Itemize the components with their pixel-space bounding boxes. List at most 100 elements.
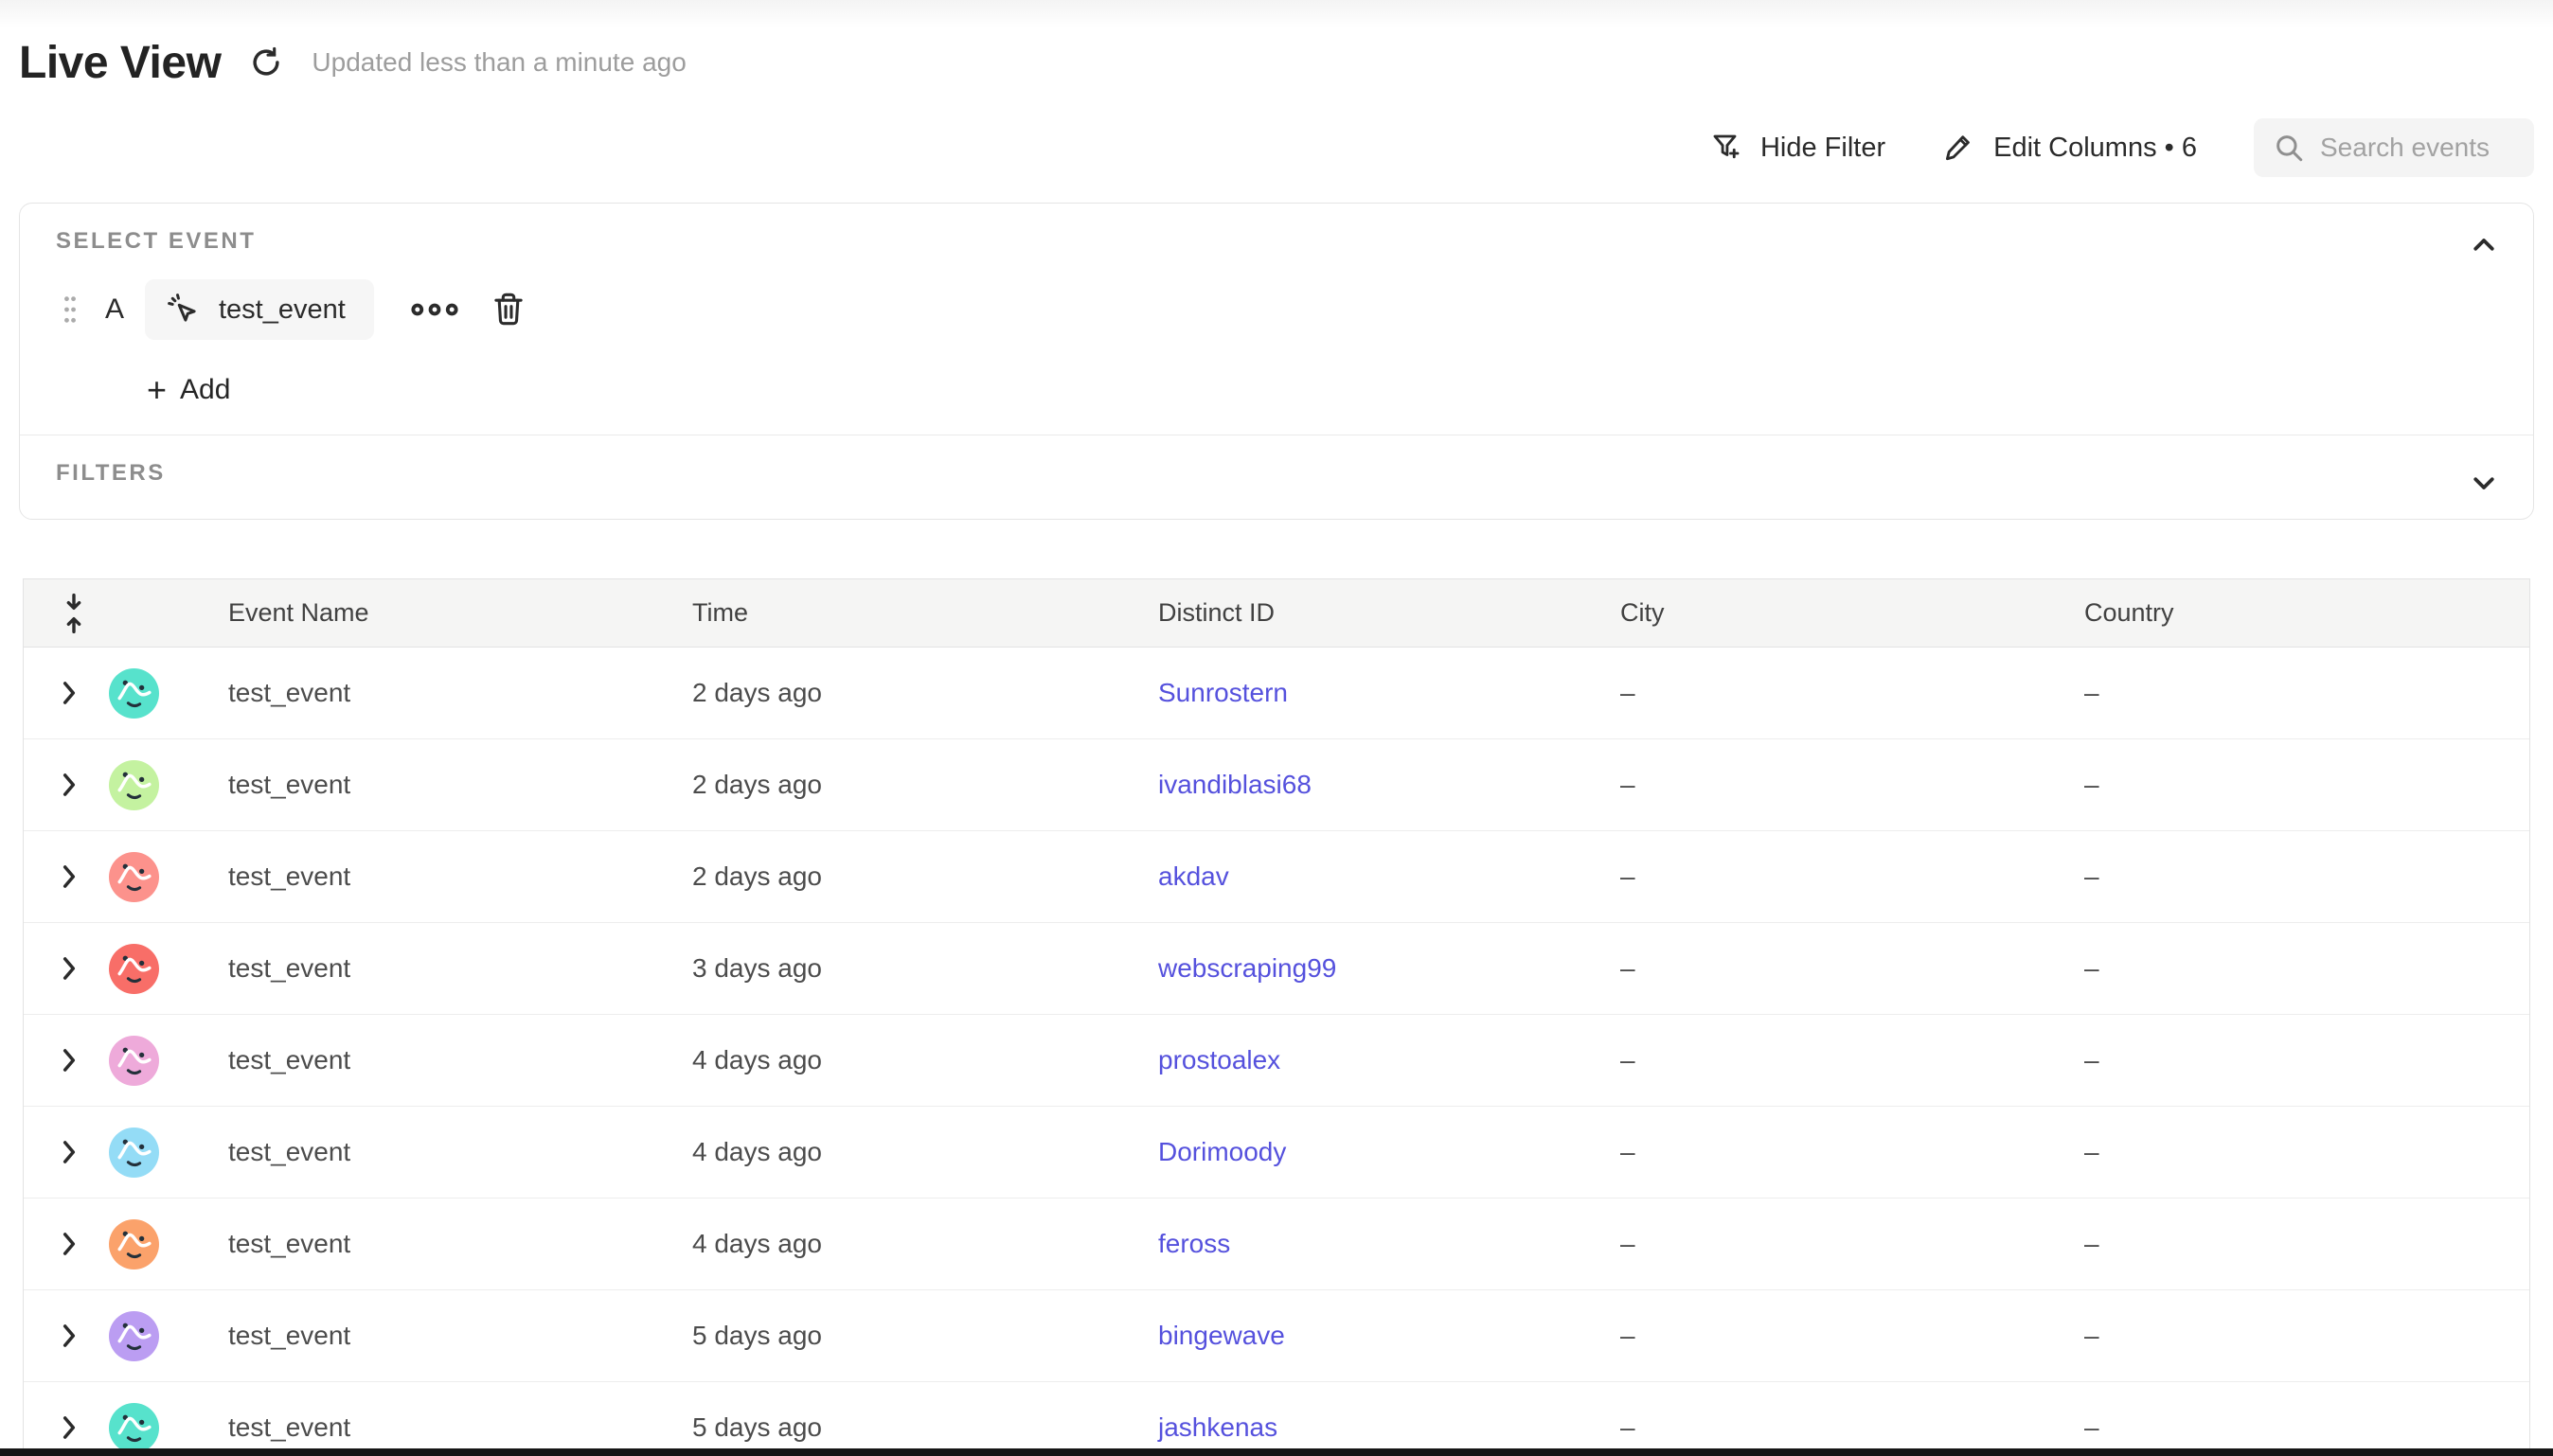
page-header: Live View Updated less than a minute ago (19, 0, 2534, 91)
distinct-id-link[interactable]: prostoalex (1158, 1045, 1280, 1074)
add-event-label: Add (180, 374, 230, 406)
time-cell: 4 days ago (692, 1229, 1158, 1259)
distinct-id-link[interactable]: jashkenas (1158, 1412, 1277, 1442)
filter-plus-icon (1709, 131, 1743, 165)
event-letter: A (84, 293, 145, 326)
more-options-button[interactable] (410, 300, 459, 319)
row-expand-cell (24, 1128, 228, 1178)
column-header-event-name[interactable]: Event Name (228, 598, 692, 628)
time-cell: 2 days ago (692, 861, 1158, 892)
chevron-right-icon (62, 864, 77, 889)
expand-row-button[interactable] (62, 864, 77, 889)
updated-status: Updated less than a minute ago (312, 47, 686, 78)
city-cell: – (1620, 1412, 2084, 1443)
distinct-id-link[interactable]: webscraping99 (1158, 953, 1336, 983)
chevron-right-icon (62, 1048, 77, 1073)
event-chip[interactable]: test_event (145, 279, 374, 340)
event-name-cell: test_event (228, 953, 692, 984)
column-header-country[interactable]: Country (2084, 598, 2529, 628)
select-event-label: SELECT EVENT (56, 228, 2497, 255)
table-row: test_event 3 days ago webscraping99 – – (24, 923, 2529, 1015)
user-avatar (109, 1219, 159, 1270)
chevron-right-icon (62, 772, 77, 797)
table-row: test_event 2 days ago Sunrostern – – (24, 648, 2529, 739)
table-row: test_event 2 days ago akdav – – (24, 831, 2529, 923)
user-avatar (109, 944, 159, 994)
edit-columns-button[interactable]: Edit Columns • 6 (1942, 131, 2197, 165)
expand-filters-button[interactable] (2463, 462, 2505, 504)
expand-row-button[interactable] (62, 1048, 77, 1073)
row-expand-cell (24, 1311, 228, 1361)
column-header-time[interactable]: Time (692, 598, 1158, 628)
country-cell: – (2084, 770, 2529, 800)
event-chip-label: test_event (219, 294, 346, 326)
collapse-all-cell (24, 594, 228, 633)
filters-label: FILTERS (56, 460, 2497, 487)
expand-row-button[interactable] (62, 1323, 77, 1348)
city-cell: – (1620, 770, 2084, 800)
column-header-city[interactable]: City (1620, 598, 2084, 628)
expand-row-button[interactable] (62, 1415, 77, 1440)
table-header-row: Event Name Time Distinct ID City Country (24, 579, 2529, 648)
expand-row-button[interactable] (62, 1140, 77, 1164)
expand-row-button[interactable] (62, 956, 77, 981)
expand-row-button[interactable] (62, 1232, 77, 1256)
distinct-id-link[interactable]: akdav (1158, 861, 1229, 891)
distinct-id-link[interactable]: Dorimoody (1158, 1137, 1286, 1166)
chevron-right-icon (62, 1140, 77, 1164)
event-name-cell: test_event (228, 861, 692, 892)
collapse-select-event-button[interactable] (2463, 224, 2505, 266)
city-cell: – (1620, 1321, 2084, 1351)
events-table: Event Name Time Distinct ID City Country (23, 578, 2530, 1456)
table-row: test_event 5 days ago jashkenas – – (24, 1382, 2529, 1456)
expand-row-button[interactable] (62, 681, 77, 705)
row-expand-cell (24, 1403, 228, 1453)
event-name-cell: test_event (228, 678, 692, 708)
user-avatar (109, 1128, 159, 1178)
table-body: test_event 2 days ago Sunrostern – – (24, 648, 2529, 1456)
search-icon (2273, 132, 2305, 164)
chevron-down-icon (2470, 469, 2498, 497)
city-cell: – (1620, 1137, 2084, 1167)
search-events-input[interactable] (2320, 133, 2515, 163)
chevron-right-icon (62, 1415, 77, 1440)
country-cell: – (2084, 1229, 2529, 1259)
user-avatar (109, 668, 159, 719)
chevron-right-icon (62, 681, 77, 705)
distinct-id-link[interactable]: Sunrostern (1158, 678, 1288, 707)
country-cell: – (2084, 1137, 2529, 1167)
column-header-distinct-id[interactable]: Distinct ID (1158, 598, 1620, 628)
select-event-section: SELECT EVENT A (20, 204, 2533, 435)
table-row: test_event 2 days ago ivandiblasi68 – – (24, 739, 2529, 831)
distinct-id-link[interactable]: feross (1158, 1229, 1230, 1258)
chevron-right-icon (62, 956, 77, 981)
event-name-cell: test_event (228, 1137, 692, 1167)
hide-filter-label: Hide Filter (1760, 133, 1885, 164)
query-builder-panel: SELECT EVENT A (19, 203, 2534, 520)
country-cell: – (2084, 1045, 2529, 1075)
three-dots-icon (410, 300, 459, 319)
search-events-box[interactable] (2254, 118, 2534, 177)
table-row: test_event 4 days ago feross – – (24, 1199, 2529, 1290)
event-click-icon (166, 292, 202, 328)
collapse-rows-icon (62, 594, 86, 633)
distinct-id-link[interactable]: bingewave (1158, 1321, 1285, 1350)
chevron-right-icon (62, 1232, 77, 1256)
hide-filter-button[interactable]: Hide Filter (1709, 131, 1885, 165)
plus-icon: + (147, 376, 167, 404)
country-cell: – (2084, 1321, 2529, 1351)
time-cell: 3 days ago (692, 953, 1158, 984)
add-event-button[interactable]: + Add (147, 374, 230, 406)
chevron-up-icon (2470, 231, 2498, 259)
delete-event-button[interactable] (491, 291, 526, 328)
time-cell: 4 days ago (692, 1045, 1158, 1075)
country-cell: – (2084, 678, 2529, 708)
row-expand-cell (24, 944, 228, 994)
expand-row-button[interactable] (62, 772, 77, 797)
collapse-all-button[interactable] (62, 594, 86, 633)
distinct-id-link[interactable]: ivandiblasi68 (1158, 770, 1312, 799)
drag-handle[interactable] (56, 293, 84, 326)
table-row: test_event 4 days ago prostoalex – – (24, 1015, 2529, 1107)
refresh-button[interactable] (245, 42, 287, 83)
user-avatar (109, 1403, 159, 1453)
